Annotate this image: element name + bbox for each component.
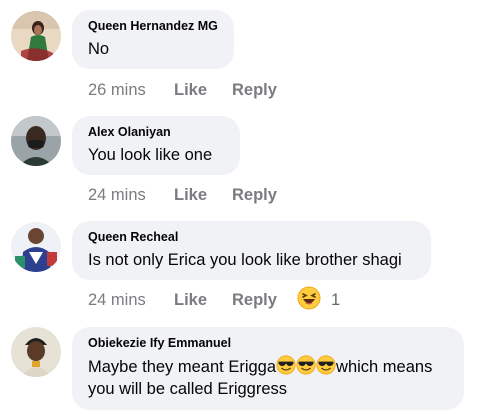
smiling-face-with-sunglasses-icon <box>316 355 336 376</box>
comment-text-start: Maybe they meant Erigga <box>88 358 277 376</box>
reaction-summary[interactable]: 1 <box>297 286 340 315</box>
comment-actions: 24 mins Like Reply <box>88 184 277 206</box>
comment-thread: Queen Hernandez MG No 26 mins Like Reply… <box>0 0 480 419</box>
comment-text: Maybe they meant Erigga which means you w… <box>88 355 450 400</box>
author-name[interactable]: Queen Hernandez MG <box>88 18 220 34</box>
smiling-face-with-sunglasses-icon <box>296 355 316 376</box>
timestamp[interactable]: 24 mins <box>88 186 174 205</box>
comment-text: You look like one <box>88 146 213 164</box>
reaction-count: 1 <box>330 290 341 309</box>
comment-bubble: Queen Recheal Is not only Erica you look… <box>72 221 431 280</box>
like-button[interactable]: Like <box>174 186 232 205</box>
author-name[interactable]: Alex Olaniyan <box>88 124 226 140</box>
avatar[interactable] <box>11 116 61 166</box>
timestamp[interactable]: 26 mins <box>88 81 174 100</box>
reply-button[interactable]: Reply <box>232 81 277 100</box>
comment-actions: 26 mins Like Reply <box>88 79 277 101</box>
timestamp[interactable]: 24 mins <box>88 291 174 310</box>
like-button[interactable]: Like <box>174 81 232 100</box>
laughing-face-icon <box>297 286 321 315</box>
comment-bubble: Queen Hernandez MG No <box>72 10 234 69</box>
avatar[interactable] <box>11 327 61 377</box>
comment-text: No <box>88 40 110 58</box>
comment-actions: 24 mins Like Reply 1 <box>88 286 340 311</box>
author-name[interactable]: Queen Recheal <box>88 229 417 245</box>
smiling-face-with-sunglasses-icon <box>276 355 296 376</box>
like-button[interactable]: Like <box>174 291 232 310</box>
author-name[interactable]: Obiekezie Ify Emmanuel <box>88 335 450 351</box>
comment-bubble: Alex Olaniyan You look like one <box>72 116 240 175</box>
reaction-emoji-icon[interactable] <box>295 412 317 419</box>
reply-button[interactable]: Reply <box>232 291 277 310</box>
avatar[interactable] <box>11 222 61 272</box>
comment-bubble: Obiekezie Ify Emmanuel Maybe they meant … <box>72 327 464 410</box>
comment-text: Is not only Erica you look like brother … <box>88 251 402 269</box>
avatar[interactable] <box>11 11 61 61</box>
reply-button[interactable]: Reply <box>232 186 277 205</box>
